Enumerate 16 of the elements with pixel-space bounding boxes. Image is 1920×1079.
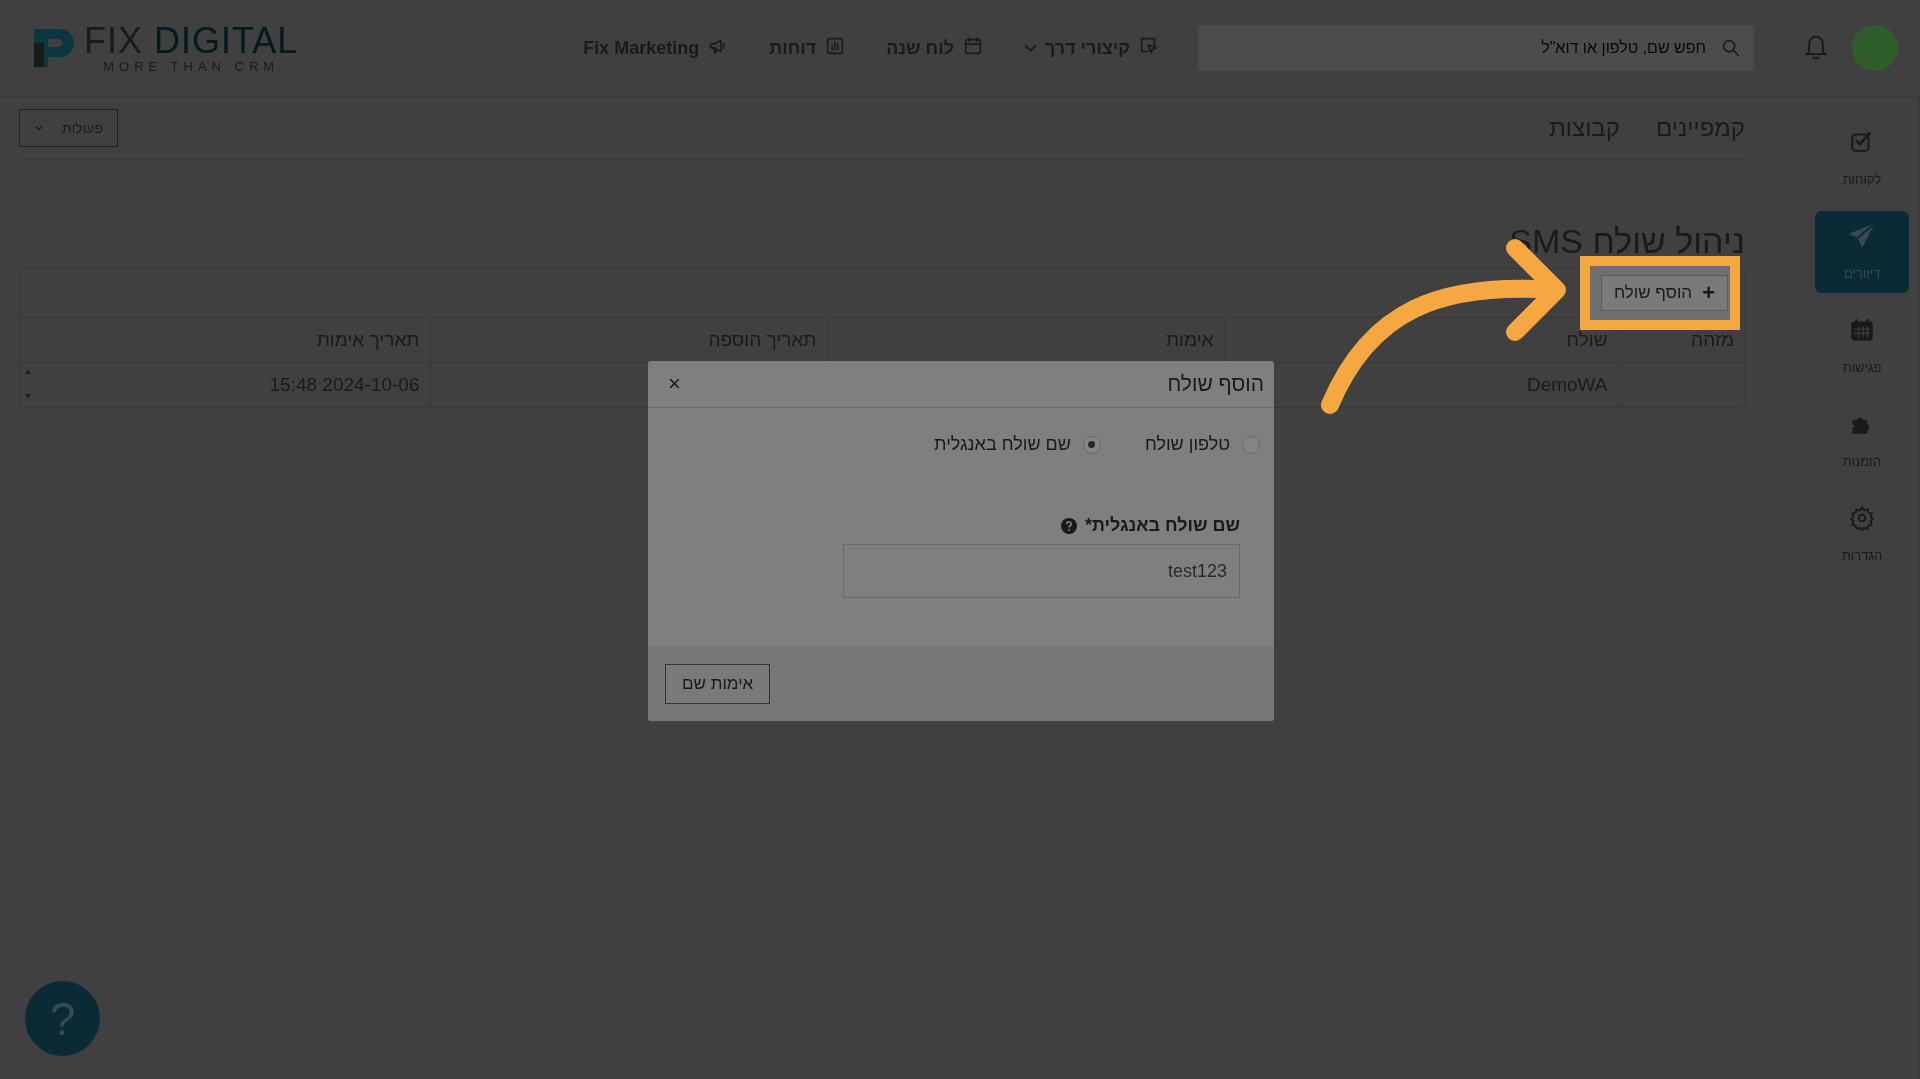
gear-icon bbox=[1849, 505, 1875, 534]
radio-option[interactable]: שם שולח באנגלית bbox=[934, 434, 1101, 455]
user-avatar[interactable] bbox=[1852, 25, 1898, 71]
radio-button[interactable] bbox=[1242, 435, 1260, 454]
search-field[interactable]: חפש שם, טלפון או דוא"ל bbox=[1198, 25, 1754, 71]
radio-button[interactable] bbox=[1082, 435, 1101, 454]
help-button[interactable]: ? bbox=[25, 981, 100, 1056]
verify-name-button[interactable]: אימות שם bbox=[665, 663, 771, 704]
caret-icon bbox=[34, 123, 44, 133]
close-button[interactable]: × bbox=[658, 371, 691, 397]
field-label: שם שולח באנגלית* bbox=[1084, 515, 1240, 536]
scroll-arrows-icon[interactable] bbox=[24, 369, 32, 399]
help-icon[interactable] bbox=[1060, 517, 1077, 534]
radio-option[interactable]: טלפון שולח bbox=[1144, 434, 1260, 455]
search-icon bbox=[1720, 37, 1742, 59]
sender-name-field[interactable]: test123 bbox=[843, 544, 1240, 598]
